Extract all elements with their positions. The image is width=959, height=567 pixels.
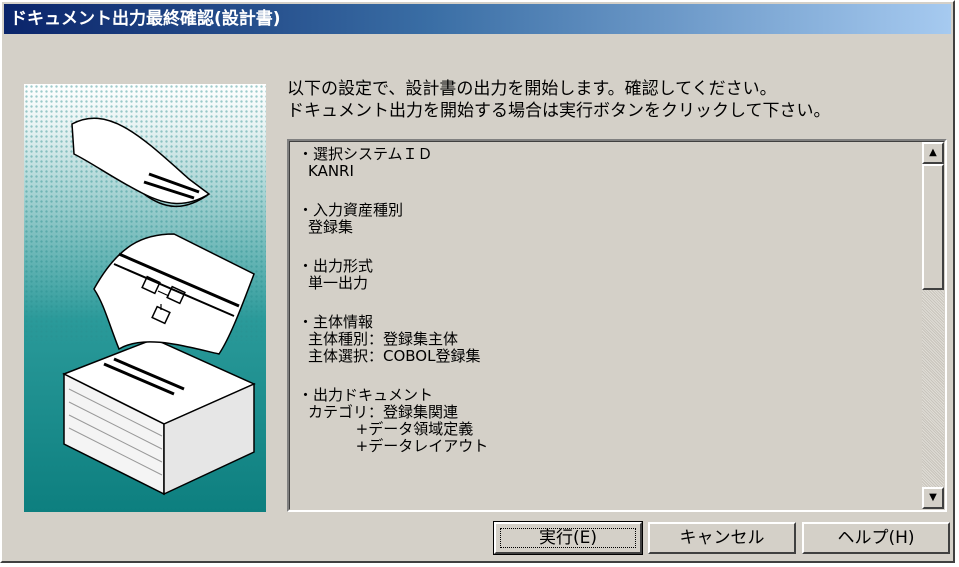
execute-button[interactable]: 実行(E) xyxy=(493,521,643,555)
help-button-label: ヘルプ(H) xyxy=(837,528,915,548)
instruction-message: 以下の設定で、設計書の出力を開始します。確認してください。 ドキュメント出力を開… xyxy=(287,78,831,122)
scroll-thumb[interactable] xyxy=(922,164,944,290)
message-line-1: 以下の設定で、設計書の出力を開始します。確認してください。 xyxy=(287,79,777,99)
scroll-up-button[interactable]: ▲ xyxy=(922,142,944,164)
setting-title: ・選択システムＩＤ xyxy=(298,146,433,163)
setting-value: KANRI xyxy=(308,162,354,180)
setting-value: 登録集 xyxy=(308,218,354,236)
setting-section: ・出力ドキュメント カテゴリ：登録集関連 +データ領域定義 +データレイアウト xyxy=(298,387,912,455)
setting-section: ・選択システムＩＤ KANRI xyxy=(298,146,912,180)
setting-title: ・出力形式 xyxy=(298,257,374,275)
setting-value: 主体選択：COBOL登録集 xyxy=(308,347,481,365)
message-line-2: ドキュメント出力を開始する場合は実行ボタンをクリックして下さい。 xyxy=(287,101,831,121)
cancel-button[interactable]: キャンセル xyxy=(648,522,796,554)
setting-value: 単一出力 xyxy=(308,274,369,292)
cancel-button-label: キャンセル xyxy=(679,528,765,548)
arrow-up-icon: ▲ xyxy=(929,147,937,158)
settings-listbox[interactable]: ・選択システムＩＤ KANRI ・入力資産種別 登録集 ・出力形式 単一出力 ・… xyxy=(287,139,947,512)
vertical-scrollbar[interactable]: ▲ ▼ xyxy=(922,142,944,509)
confirm-dialog: ドキュメント出力最終確認(設計書) 以下の設定で、設計書の出力を開始します。確認… xyxy=(0,0,955,563)
printer-paper-icon xyxy=(62,117,256,496)
scroll-down-button[interactable]: ▼ xyxy=(922,487,944,509)
setting-title: ・入力資産種別 xyxy=(298,201,404,219)
setting-value: +データ領域定義 xyxy=(308,420,474,438)
setting-section: ・主体情報 主体種別：登録集主体 主体選択：COBOL登録集 xyxy=(298,314,912,365)
settings-content: ・選択システムＩＤ KANRI ・入力資産種別 登録集 ・出力形式 単一出力 ・… xyxy=(298,146,912,505)
title-bar: ドキュメント出力最終確認(設計書) xyxy=(4,4,951,34)
setting-value: 主体種別：登録集主体 xyxy=(308,330,459,348)
window-title: ドキュメント出力最終確認(設計書) xyxy=(10,9,281,29)
setting-title: ・出力ドキュメント xyxy=(298,386,434,404)
setting-title: ・主体情報 xyxy=(298,313,374,331)
setting-section: ・出力形式 単一出力 xyxy=(298,258,912,292)
help-button[interactable]: ヘルプ(H) xyxy=(802,522,950,554)
setting-value: カテゴリ：登録集関連 xyxy=(308,403,459,421)
document-output-illustration xyxy=(24,84,266,512)
setting-section: ・入力資産種別 登録集 xyxy=(298,202,912,236)
arrow-down-icon: ▼ xyxy=(929,492,937,503)
setting-value: +データレイアウト xyxy=(308,437,489,455)
